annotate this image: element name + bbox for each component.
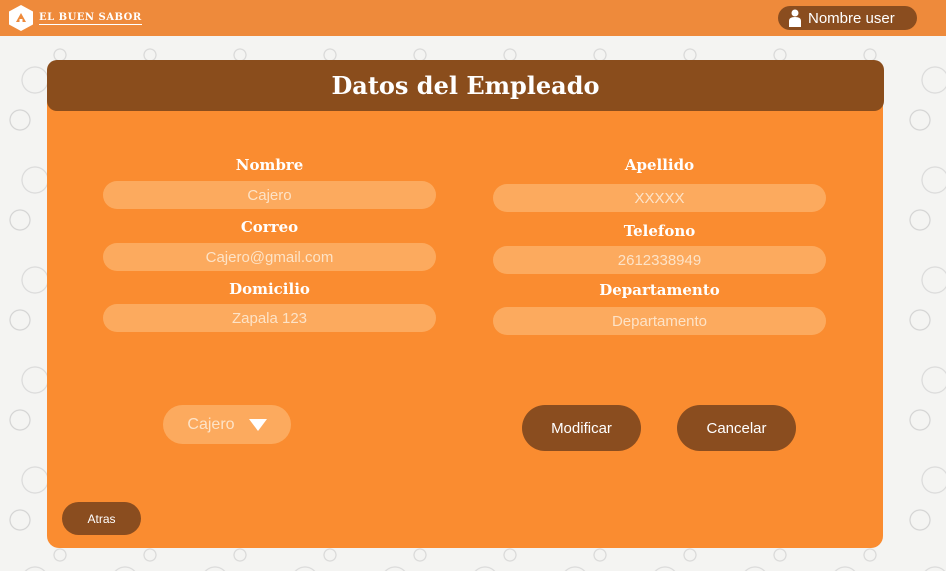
- telefono-label: Telefono: [623, 222, 696, 240]
- employee-form-card: Datos del Empleado Nombre Cajero Correo …: [47, 60, 884, 548]
- chef-hat-icon: [9, 5, 33, 31]
- user-name: Nombre user: [808, 9, 895, 27]
- card-header: Datos del Empleado: [47, 60, 884, 111]
- brand-logo[interactable]: EL BUEN SABOR: [9, 4, 142, 32]
- apellido-label: Apellido: [624, 156, 695, 174]
- correo-label: Correo: [240, 218, 299, 236]
- rol-selected-value: Cajero: [187, 415, 235, 433]
- domicilio-field[interactable]: Zapala 123: [103, 304, 436, 332]
- modificar-button[interactable]: Modificar: [522, 405, 641, 451]
- apellido-field[interactable]: XXXXX: [493, 184, 826, 212]
- departamento-label: Departamento: [599, 281, 720, 299]
- user-menu-button[interactable]: Nombre user: [778, 6, 917, 30]
- top-bar: EL BUEN SABOR Nombre user: [0, 0, 946, 36]
- rol-select[interactable]: Cajero: [163, 405, 291, 444]
- nombre-label: Nombre: [235, 156, 304, 174]
- atras-button[interactable]: Atras: [62, 502, 141, 535]
- domicilio-label: Domicilio: [229, 280, 310, 298]
- correo-field[interactable]: Cajero@gmail.com: [103, 243, 436, 271]
- cancelar-button[interactable]: Cancelar: [677, 405, 796, 451]
- brand-name: EL BUEN SABOR: [39, 11, 142, 25]
- telefono-field[interactable]: 2612338949: [493, 246, 826, 274]
- departamento-field[interactable]: Departamento: [493, 307, 826, 335]
- nombre-field[interactable]: Cajero: [103, 181, 436, 209]
- user-icon: [788, 9, 802, 27]
- page-title: Datos del Empleado: [331, 71, 600, 100]
- chevron-down-icon: [248, 418, 267, 431]
